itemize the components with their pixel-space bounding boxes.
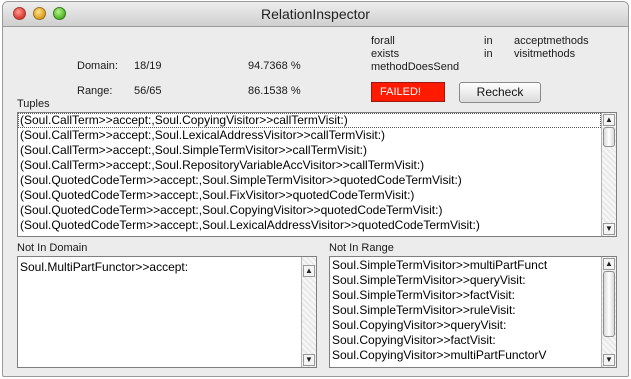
not-in-domain-label: Not In Domain [17,242,88,254]
quantifier-in: in [484,35,493,47]
failed-status-badge: FAILED! [371,82,445,102]
tuples-scrollbar[interactable]: ▲ ▼ [601,113,616,236]
up-arrow-icon[interactable]: ▲ [303,265,315,277]
quantifier-keyword: exists [371,48,400,60]
range-label: Range: [77,85,113,97]
list-item[interactable]: (Soul.CallTerm>>accept:,Soul.SimpleTermV… [18,143,601,158]
not-in-range-scroll-thumb[interactable] [603,271,615,337]
list-item[interactable]: Soul.MultiPartFunctor>>accept: [18,260,301,275]
list-item[interactable]: Soul.CopyingVisitor>>factVisit: [330,333,601,348]
tuples-scroll-thumb[interactable] [603,127,615,147]
quantifier-target: visitmethods [514,48,576,60]
not-in-range-list[interactable]: Soul.SimpleTermVisitor>>multiPartFunct S… [329,256,617,368]
not-in-range-scrollbar[interactable]: ▲ ▼ [601,257,616,367]
relation-name: methodDoesSend [371,61,460,73]
quantifier-keyword: forall [371,35,395,47]
down-arrow-icon[interactable]: ▼ [603,354,615,366]
title-bar[interactable]: RelationInspector [3,2,628,27]
range-percent: 86.1538 % [248,85,301,97]
domain-label: Domain: [77,60,118,72]
not-in-domain-list[interactable]: Soul.MultiPartFunctor>>accept: ▲ ▼ [17,256,317,368]
quantifier-in: in [484,48,493,60]
tuples-list[interactable]: (Soul.CallTerm>>accept:,Soul.CopyingVisi… [17,112,617,237]
list-item[interactable]: (Soul.CallTerm>>accept:,Soul.RepositoryV… [18,158,601,173]
list-item[interactable]: Soul.SimpleTermVisitor>>factVisit: [330,288,601,303]
list-item[interactable]: (Soul.QuotedCodeTerm>>accept:,Soul.FixVi… [18,188,601,203]
list-item[interactable]: Soul.CopyingVisitor>>queryVisit: [330,318,601,333]
tuples-label: Tuples [17,98,50,110]
relation-inspector-window: RelationInspector Domain: 18/19 94.7368 … [2,1,629,377]
list-item[interactable]: Soul.CopyingVisitor>>multiPartFunctorV [330,348,601,363]
list-item[interactable]: (Soul.CallTerm>>accept:,Soul.LexicalAddr… [18,128,601,143]
up-arrow-icon[interactable]: ▲ [603,258,615,270]
down-arrow-icon[interactable]: ▼ [603,223,615,235]
quantifier-target: acceptmethods [514,35,589,47]
recheck-button[interactable]: Recheck [459,82,541,103]
list-item[interactable]: Soul.SimpleTermVisitor>>ruleVisit: [330,303,601,318]
domain-percent: 94.7368 % [248,60,301,72]
not-in-range-label: Not In Range [329,242,394,254]
list-item[interactable]: Soul.SimpleTermVisitor>>multiPartFunct [330,258,601,273]
list-item[interactable]: (Soul.QuotedCodeTerm>>accept:,Soul.Simpl… [18,173,601,188]
list-item[interactable]: (Soul.CallTerm>>accept:,Soul.CopyingVisi… [18,113,601,128]
list-item[interactable]: (Soul.QuotedCodeTerm>>accept:,Soul.Copyi… [18,203,601,218]
window-title: RelationInspector [261,6,370,22]
list-item[interactable]: Soul.SimpleTermVisitor>>queryVisit: [330,273,601,288]
down-arrow-icon[interactable]: ▼ [303,354,315,366]
not-in-domain-scrollbar[interactable]: ▲ ▼ [301,257,316,367]
range-count: 56/65 [134,85,162,97]
list-item[interactable]: (Soul.QuotedCodeTerm>>accept:,Soul.Lexic… [18,218,601,233]
domain-count: 18/19 [134,60,162,72]
up-arrow-icon[interactable]: ▲ [603,114,615,126]
